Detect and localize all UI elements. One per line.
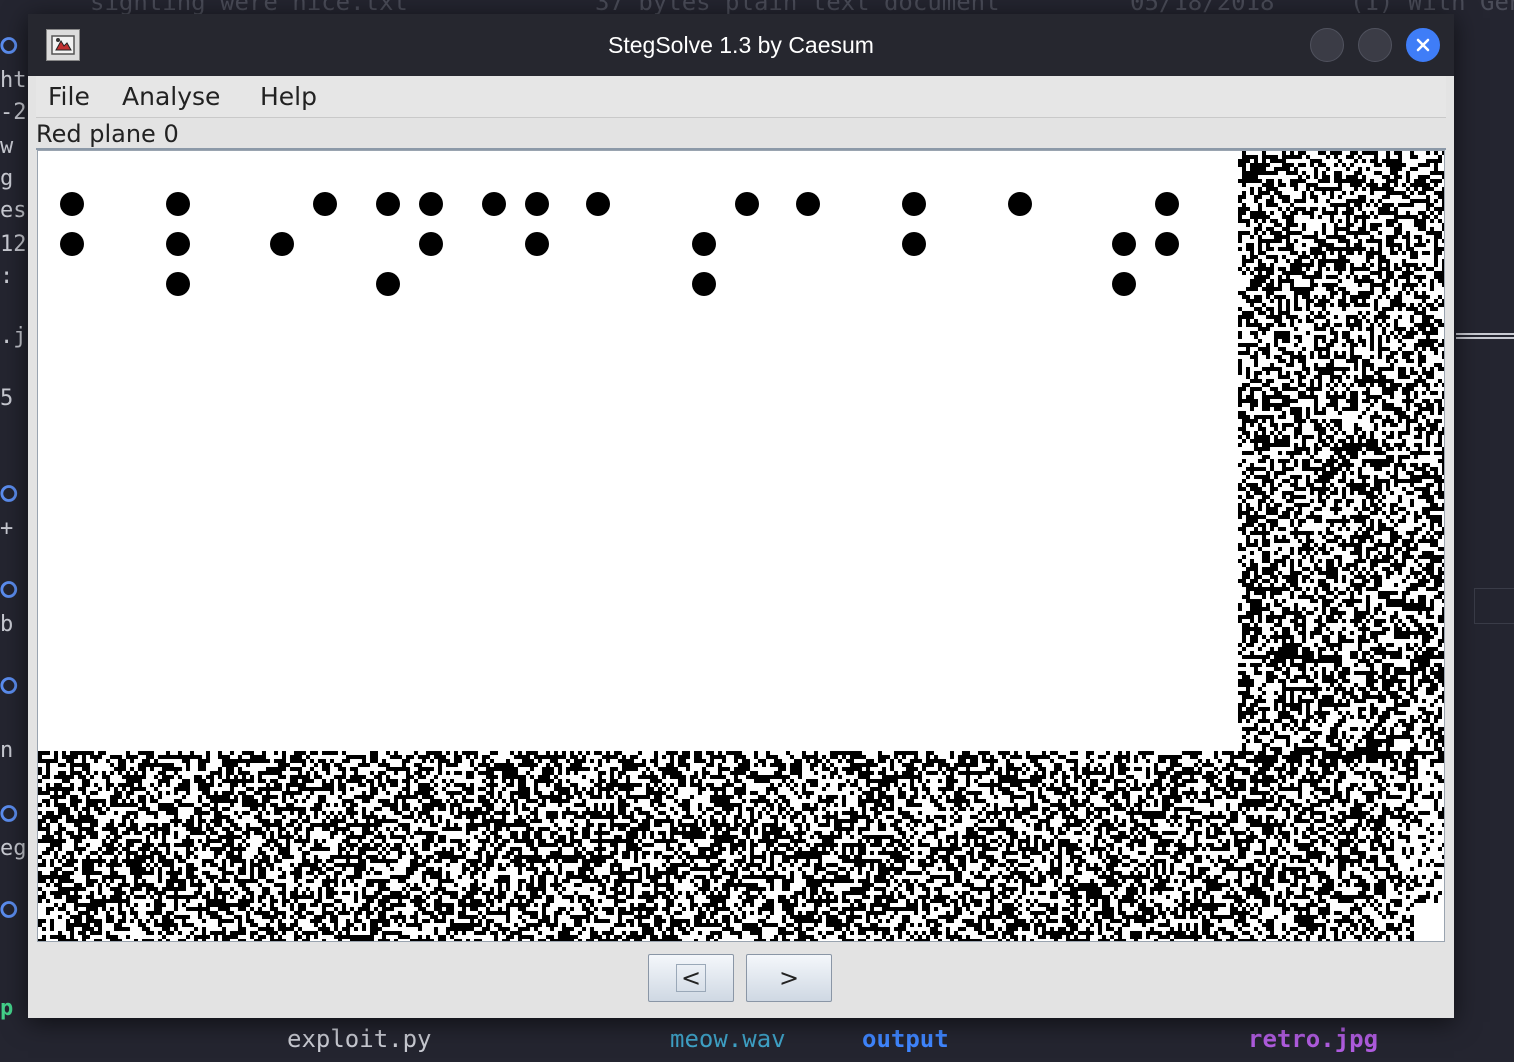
background-terminal-fragment: ht <box>0 68 27 93</box>
file-exploit[interactable]: exploit.py <box>287 1025 432 1053</box>
braille-dot <box>902 232 926 256</box>
braille-dot <box>166 232 190 256</box>
background-terminal-fragment: ⭘ r <box>0 34 30 59</box>
previous-plane-button[interactable]: < <box>648 954 734 1002</box>
background-terminal-fragment: eg <box>0 836 27 861</box>
background-terminal-fragment: 5 <box>0 386 14 411</box>
braille-dot <box>60 192 84 216</box>
menu-bar: File Analyse Help <box>36 76 1446 118</box>
image-view[interactable] <box>37 150 1445 942</box>
noise-region <box>1238 151 1444 763</box>
background-terminal-fragment: ⭘ r <box>0 482 30 507</box>
braille-dot <box>419 232 443 256</box>
braille-dot <box>692 232 716 256</box>
background-file-desc: 37 bytes plain text document <box>595 0 1000 16</box>
background-terminal-fragment: ⭘ r <box>0 802 30 827</box>
background-panel-edge <box>1474 588 1514 624</box>
braille-dot <box>60 232 84 256</box>
background-terminal-fragment: ⭘ r <box>0 674 30 699</box>
previous-plane-label: < <box>675 964 707 992</box>
background-terminal-left-column: ⭘ r ht -2 wg es 12: .j 5 ⭘ r + ⭘ r b ⭘ r n ⭘ r eg ⭘ … <box>0 30 30 1030</box>
title-bar[interactable]: StegSolve 1.3 by Caesum <box>28 14 1454 76</box>
maximize-icon[interactable] <box>1358 28 1392 62</box>
noise-region <box>1414 751 1444 903</box>
plane-label: Red plane 0 <box>36 118 1446 150</box>
braille-dot <box>313 192 337 216</box>
background-terminal-fragment: n <box>0 738 14 763</box>
close-icon[interactable] <box>1406 28 1440 62</box>
braille-dot <box>270 232 294 256</box>
braille-dot <box>1008 192 1032 216</box>
stegsolve-window: StegSolve 1.3 by Caesum File Analyse Hel… <box>28 14 1454 1018</box>
background-terminal-fragment: b <box>0 612 14 637</box>
braille-dot <box>525 232 549 256</box>
minimize-icon[interactable] <box>1310 28 1344 62</box>
braille-dot <box>586 192 610 216</box>
background-terminal-fragment: -2 <box>0 100 27 125</box>
background-terminal-fragment: es <box>0 198 27 223</box>
background-terminal-fragment: ⭘ r <box>0 898 30 923</box>
background-file-name: sighting_were_nice.txt <box>90 0 408 16</box>
background-divider <box>1456 333 1514 339</box>
background-terminal-fragment: 12 <box>0 232 27 257</box>
background-terminal-fragment: .j <box>0 324 27 349</box>
braille-dot <box>376 272 400 296</box>
braille-dot <box>1155 232 1179 256</box>
bit-plane-noise <box>38 151 1444 941</box>
braille-dot <box>735 192 759 216</box>
braille-dot <box>419 192 443 216</box>
background-terminal-fragment: : <box>0 264 14 289</box>
braille-dot <box>692 272 716 296</box>
file-meow[interactable]: meow.wav <box>670 1025 786 1053</box>
background-file-list: exploit.py meow.wav output retro.jpg <box>0 1020 1514 1062</box>
menu-analyse[interactable]: Analyse <box>122 76 220 118</box>
noise-region <box>38 751 1414 941</box>
braille-dot <box>166 192 190 216</box>
braille-dot <box>1112 272 1136 296</box>
braille-dot <box>1112 232 1136 256</box>
braille-dot <box>902 192 926 216</box>
background-terminal-fragment: p <box>0 996 14 1021</box>
next-plane-button[interactable]: > <box>746 954 832 1002</box>
background-terminal-fragment: g <box>0 166 14 191</box>
next-plane-label: > <box>778 964 800 992</box>
background-file-date: 05/18/2018 <box>1130 0 1275 16</box>
braille-dot <box>482 192 506 216</box>
braille-dot <box>525 192 549 216</box>
folder-output[interactable]: output <box>862 1025 949 1053</box>
braille-dot <box>376 192 400 216</box>
background-terminal-fragment: + <box>0 516 14 541</box>
menu-help[interactable]: Help <box>260 76 317 118</box>
background-terminal-fragment: ⭘ r <box>0 578 30 603</box>
background-file-open: (1) With Gen <box>1350 0 1514 16</box>
braille-dot <box>796 192 820 216</box>
menu-file[interactable]: File <box>48 76 90 118</box>
background-terminal-fragment: w <box>0 134 14 159</box>
braille-dot <box>166 272 190 296</box>
file-retro[interactable]: retro.jpg <box>1248 1025 1378 1053</box>
navigation-bar: < > <box>36 942 1446 1014</box>
braille-dot <box>1155 192 1179 216</box>
window-title: StegSolve 1.3 by Caesum <box>608 32 874 58</box>
